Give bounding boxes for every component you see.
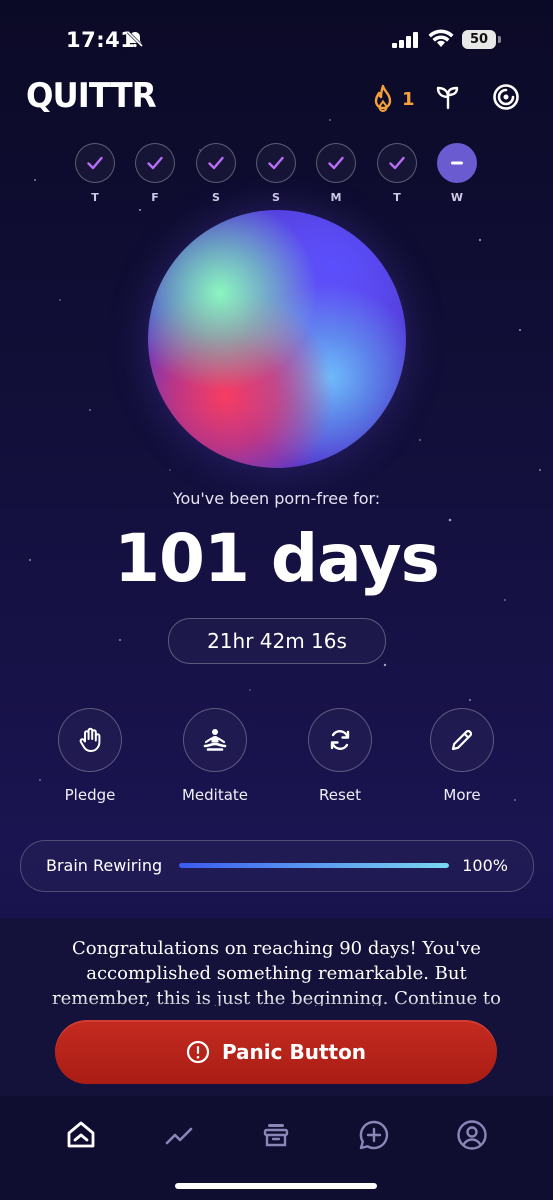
day-label: T [393,191,401,204]
day-today[interactable]: W [436,143,478,204]
brain-rewiring-track [179,863,449,868]
check-icon [389,156,405,170]
app-logo: QUITTR [26,76,157,116]
hand-icon [79,727,101,752]
reset-button[interactable]: Reset [295,708,385,804]
tab-library[interactable] [256,1115,296,1155]
streak-button[interactable]: 1 [370,84,415,114]
tab-progress[interactable] [159,1115,199,1155]
meditate-icon [203,729,227,751]
status-bar: 17:41 50 [0,0,553,80]
days-counter: 101 days [114,520,440,597]
day-checked[interactable]: T [376,143,418,204]
battery-indicator: 50 [462,30,496,49]
chat-plus-icon [359,1120,389,1150]
day-label: S [272,191,280,204]
time-counter: 21hr 42m 16s [168,618,386,664]
profile-icon [457,1120,487,1150]
sprout-icon[interactable] [435,84,461,114]
bell-muted-icon [126,30,144,52]
brain-rewiring-fill [179,863,449,868]
day-label: T [91,191,99,204]
meditate-label: Meditate [181,786,249,804]
check-icon [208,156,224,170]
check-icon [268,156,284,170]
check-icon [147,156,163,170]
panic-button-label: Panic Button [221,1040,367,1064]
tab-profile[interactable] [452,1115,492,1155]
check-icon [87,156,103,170]
brain-rewiring-percent: 100% [462,856,508,875]
day-checked[interactable]: F [134,143,176,204]
pencil-icon [451,729,473,751]
day-label: F [151,191,159,204]
tab-home[interactable] [61,1115,101,1155]
status-time: 17:41 [66,28,136,52]
day-checked[interactable]: M [315,143,357,204]
home-indicator [175,1183,377,1189]
streak-count: 1 [402,88,415,110]
check-icon [328,156,344,170]
brain-rewiring-card[interactable]: Brain Rewiring 100% [20,840,534,892]
day-label: S [212,191,220,204]
battery-tip [498,36,501,43]
target-icon[interactable] [492,83,520,115]
counter-subtitle: You've been porn-free for: [172,489,381,508]
more-button[interactable]: More [417,708,507,804]
progress-orb [148,210,406,468]
wifi-icon [428,29,454,53]
day-checked[interactable]: S [255,143,297,204]
minus-icon [451,161,463,165]
reset-label: Reset [319,786,361,804]
reset-icon [330,730,350,750]
pledge-button[interactable]: Pledge [45,708,135,804]
archive-icon [263,1124,289,1147]
signal-icon [392,32,420,52]
alert-circle-icon [186,1040,210,1064]
day-checked[interactable]: T [74,143,116,204]
panic-button[interactable]: Panic Button [55,1020,497,1084]
chart-icon [165,1127,193,1145]
day-label: M [330,191,342,204]
brain-rewiring-label: Brain Rewiring [46,856,163,875]
more-label: More [443,786,481,804]
flame-icon [374,84,392,113]
meditate-button[interactable]: Meditate [170,708,260,804]
day-checked[interactable]: S [195,143,237,204]
tab-community[interactable] [354,1115,394,1155]
day-label: W [450,191,464,204]
home-icon [67,1121,95,1148]
pledge-label: Pledge [64,786,116,804]
